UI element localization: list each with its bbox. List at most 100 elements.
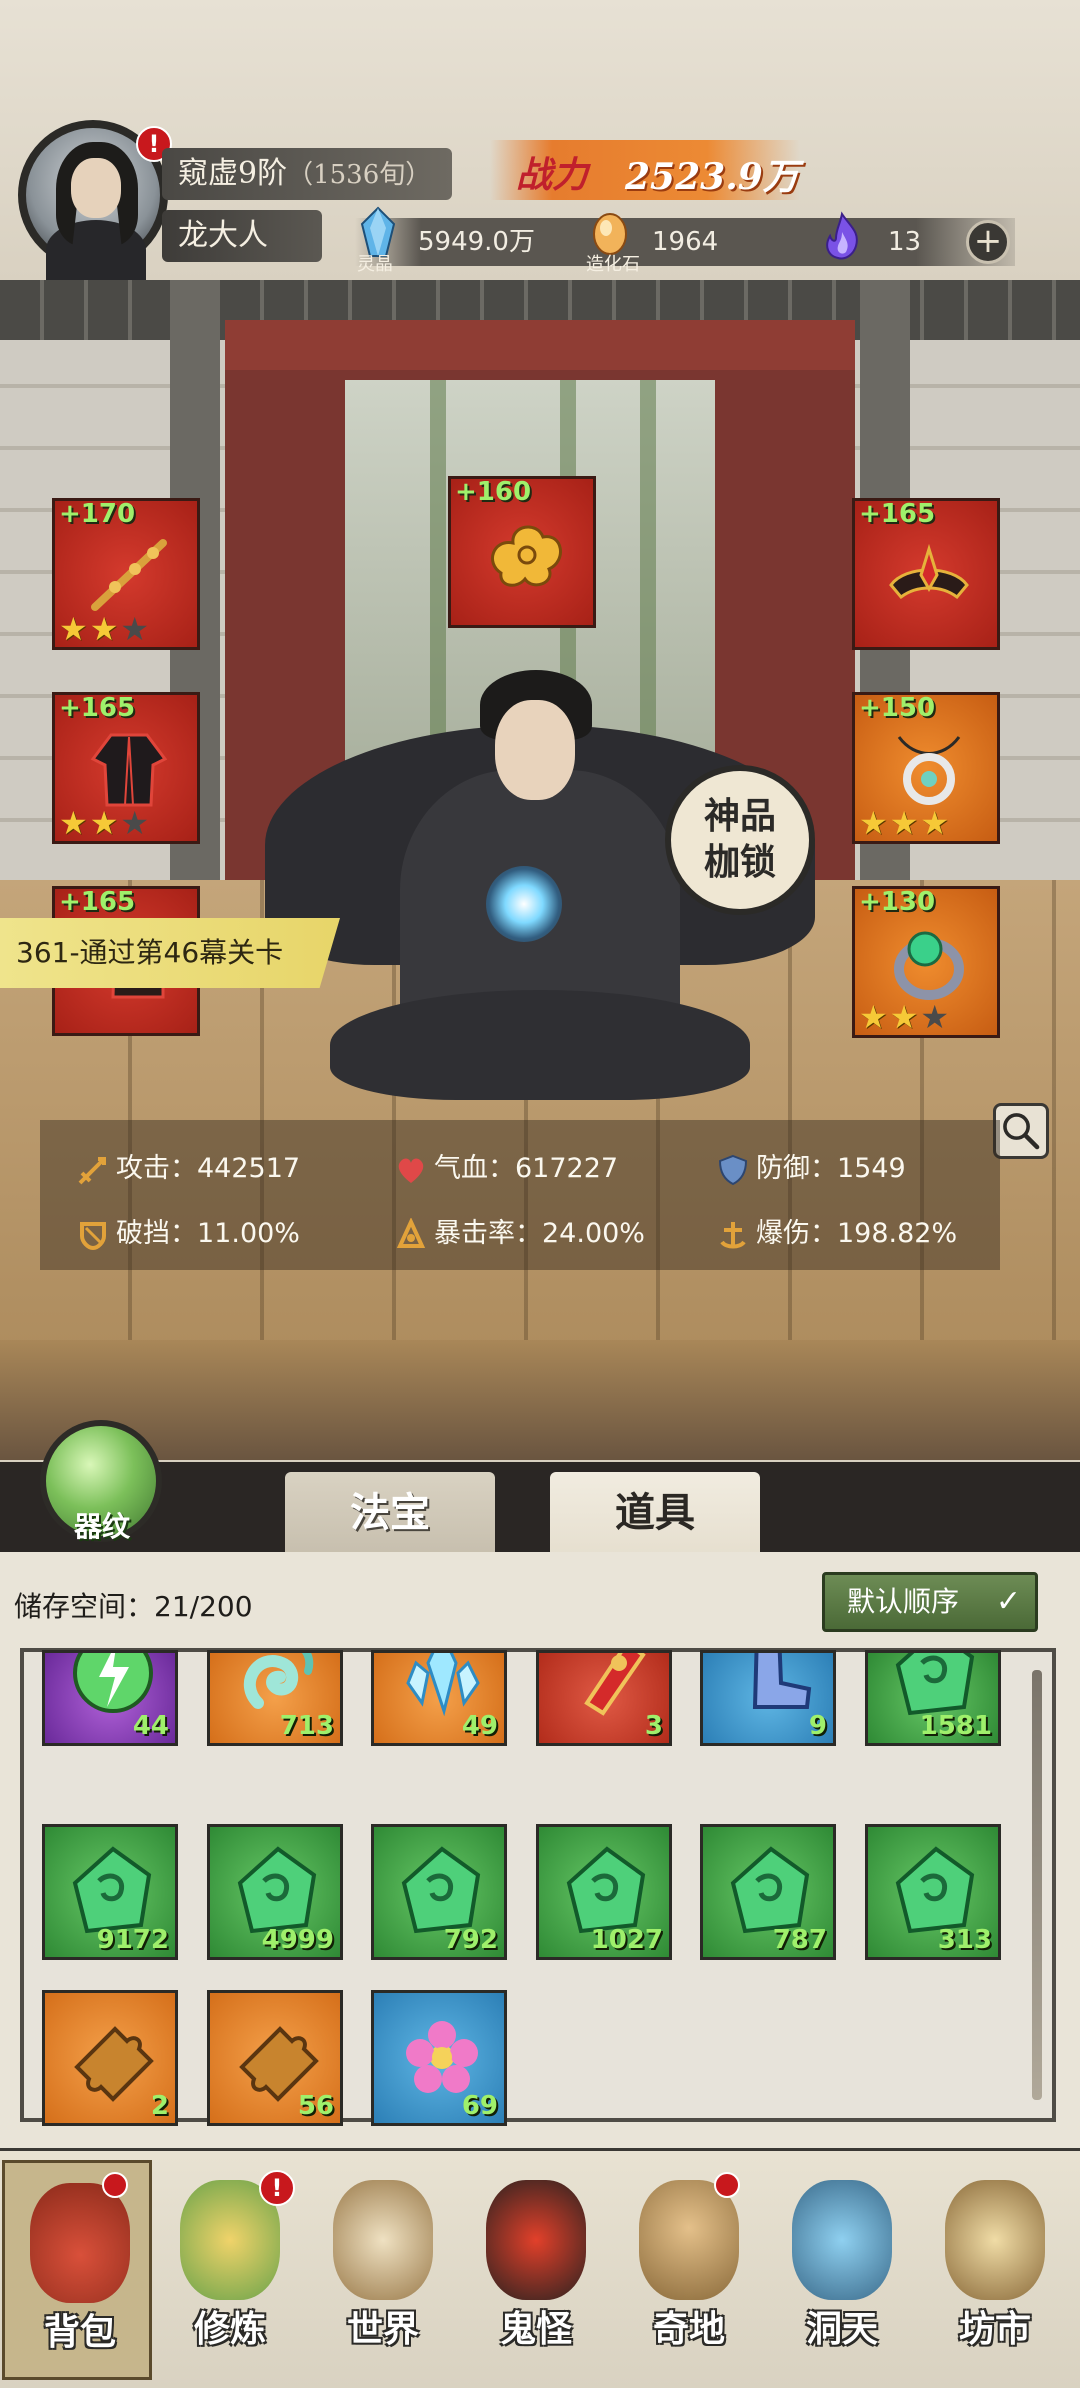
amulet-icon	[897, 736, 961, 805]
nav-label: 修炼	[193, 2308, 266, 2350]
item-quantity: 9	[808, 1711, 827, 1741]
nav-item-4[interactable]: 鬼怪	[461, 2160, 611, 2380]
door-lintel	[225, 320, 855, 370]
equip-slot-treasure[interactable]: +160	[448, 476, 596, 628]
crit-icon	[396, 1217, 426, 1248]
chain-whip-icon	[91, 539, 167, 611]
stat-label: 爆伤：	[756, 1218, 837, 1249]
character-legs	[330, 990, 750, 1100]
divine-shackle-badge[interactable]: 神品 枷锁	[665, 765, 815, 915]
realm-pill: 窥虚9阶（1536旬）	[162, 148, 452, 200]
nav-item-7[interactable]: 坊市	[920, 2160, 1070, 2380]
inventory-item[interactable]: 9	[700, 1650, 836, 1746]
stat-value: 1549	[837, 1153, 906, 1184]
inventory-scrollbar[interactable]	[1032, 1670, 1042, 2100]
sort-order-label: 默认顺序	[847, 1585, 960, 1618]
nav-item-3[interactable]: 世界	[308, 2160, 458, 2380]
slot-stars: ★★★	[859, 804, 952, 842]
seal-line-2: 枷锁	[703, 841, 776, 883]
chevron-down-icon: ✓	[995, 1584, 1021, 1619]
sword-icon	[78, 1156, 106, 1184]
tab-treasures[interactable]: 法宝	[285, 1472, 495, 1554]
slot-level: +165	[859, 499, 936, 529]
username: 龙大人	[162, 210, 322, 262]
item-quantity: 3	[644, 1711, 663, 1741]
slot-level: +160	[455, 477, 532, 507]
inventory-item[interactable]: 792	[371, 1824, 507, 1960]
purple-flame-value: 13	[888, 227, 922, 257]
storage-capacity: 储存空间：21/200	[14, 1585, 253, 1625]
combat-power-value: 2523.9万	[625, 156, 799, 198]
rune-orb-label: 器纹	[73, 1510, 130, 1543]
add-resource-button[interactable]: +	[966, 220, 1010, 264]
inventory-item[interactable]: 1027	[536, 1824, 672, 1960]
spirit-crystal-caption: 灵晶	[357, 254, 393, 275]
inventory-item[interactable]: 787	[700, 1824, 836, 1960]
stat-value: 11.00%	[197, 1218, 300, 1249]
inventory-item[interactable]: 56	[207, 1990, 343, 2126]
realm-level: 窥虚9阶	[178, 156, 288, 191]
equip-slot-helmet[interactable]: +165	[852, 498, 1000, 650]
avatar-face	[71, 158, 121, 218]
equip-slot-armor[interactable]: +165 ★★★	[52, 692, 200, 844]
creation-stone-value: 1964	[652, 227, 719, 257]
sort-order-dropdown[interactable]: 默认顺序 ✓	[822, 1572, 1038, 1632]
stat-label: 攻击：	[116, 1153, 197, 1184]
nav-label: 鬼怪	[499, 2308, 572, 2350]
inventory-item[interactable]: 44	[42, 1650, 178, 1746]
demon-egg-icon	[486, 2180, 586, 2300]
top-status-bar: ! 窥虚9阶（1536旬） 龙大人 战力 2523.9万 灵晶 5949.0万 …	[0, 0, 1080, 280]
stat-attack: 攻击：442517	[76, 1149, 300, 1189]
storage-value: 21/200	[154, 1590, 253, 1623]
inventory-item[interactable]: 2	[42, 1990, 178, 2126]
slot-level: +150	[859, 693, 936, 723]
storage-label: 储存空间：	[14, 1590, 155, 1623]
inventory-item[interactable]: 69	[371, 1990, 507, 2126]
equip-slot-weapon[interactable]: +170 ★★★	[52, 498, 200, 650]
blue-boot-icon	[752, 1653, 812, 1709]
inventory-item[interactable]: 713	[207, 1650, 343, 1746]
stat-label: 破挡：	[116, 1218, 197, 1249]
item-quantity: 2	[150, 2091, 169, 2121]
stat-label: 防御：	[756, 1153, 837, 1184]
jade-ring-icon	[894, 931, 964, 1000]
nav-item-2[interactable]: 修炼!	[155, 2160, 305, 2380]
equip-slot-ring[interactable]: +130 ★★★	[852, 886, 1000, 1038]
realm-duration: （1536旬）	[287, 160, 432, 190]
inspect-button[interactable]	[993, 1103, 1049, 1159]
slot-stars: ★★★	[59, 804, 152, 842]
nav-label: 坊市	[958, 2308, 1031, 2350]
item-quantity: 1027	[590, 1925, 663, 1955]
item-quantity: 313	[937, 1925, 992, 1955]
inventory-item[interactable]: 3	[536, 1650, 672, 1746]
quest-banner[interactable]: 361-通过第46幕关卡	[0, 918, 340, 988]
item-quantity: 44	[132, 1711, 169, 1741]
equip-slot-necklace[interactable]: +150 ★★★	[852, 692, 1000, 844]
red-talisman-icon	[584, 1653, 646, 1716]
inventory-item[interactable]: 49	[371, 1650, 507, 1746]
magnifier-icon	[1003, 1113, 1040, 1150]
notification-dot	[102, 2172, 128, 2198]
inventory-item[interactable]: 313	[865, 1824, 1001, 1960]
market-stall-icon	[945, 2180, 1045, 2300]
combat-power: 战力 2523.9万	[490, 140, 800, 200]
slot-level: +165	[59, 887, 136, 917]
nav-item-5[interactable]: 奇地	[614, 2160, 764, 2380]
inventory-item[interactable]: 4999	[207, 1824, 343, 1960]
floating-island-icon	[639, 2180, 739, 2300]
inventory-item[interactable]: 9172	[42, 1824, 178, 1960]
inventory-item[interactable]: 1581	[865, 1650, 1001, 1746]
creation-stone-caption: 造化石	[586, 254, 640, 275]
nav-label: 奇地	[652, 2308, 725, 2350]
item-quantity: 787	[772, 1925, 827, 1955]
tab-bar	[0, 1462, 1080, 1552]
tab-items[interactable]: 道具	[550, 1472, 760, 1554]
qi-orb-glow	[486, 866, 562, 942]
stat-crit-damage: 爆伤：198.82%	[716, 1214, 957, 1254]
stat-value: 24.00%	[542, 1218, 645, 1249]
stat-value: 198.82%	[837, 1218, 958, 1249]
nav-item-1[interactable]: 背包	[2, 2160, 152, 2380]
floor-shadow	[0, 1340, 1080, 1460]
item-quantity: 49	[461, 1711, 498, 1741]
nav-item-6[interactable]: 洞天	[767, 2160, 917, 2380]
